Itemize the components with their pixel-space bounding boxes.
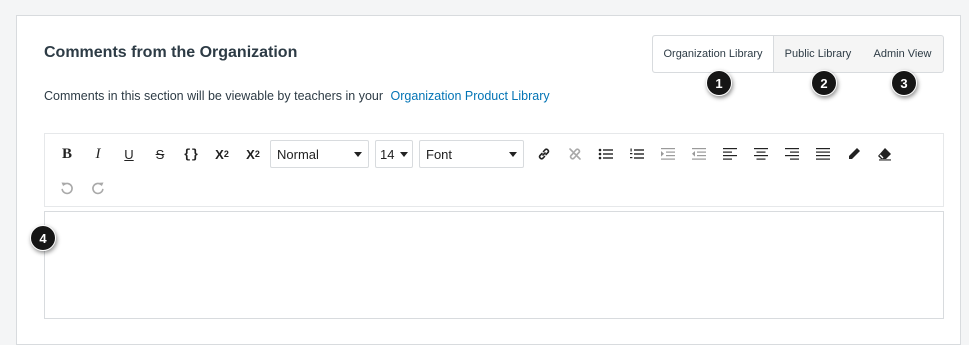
font-size-select-value: 14 (380, 146, 395, 162)
redo-icon (92, 182, 104, 195)
tab-admin-view[interactable]: Admin View (862, 36, 943, 72)
redo-button[interactable] (84, 174, 112, 202)
toolbar-row-history (53, 174, 115, 202)
eraser-icon (878, 148, 891, 161)
bulleted-list-icon (598, 148, 613, 160)
italic-button[interactable]: I (84, 140, 112, 168)
link-button[interactable] (530, 140, 558, 168)
tab-public-library[interactable]: Public Library (774, 36, 862, 72)
clear-formatting-button[interactable] (871, 140, 899, 168)
organization-product-library-link[interactable]: Organization Product Library (391, 89, 550, 103)
text-color-button[interactable] (840, 140, 868, 168)
superscript-base: X (215, 146, 224, 162)
callout-marker-4: 4 (30, 225, 56, 251)
strikethrough-button[interactable]: S (146, 140, 174, 168)
align-center-button[interactable] (747, 140, 775, 168)
format-select-value: Normal (277, 146, 319, 162)
subscript-mark: 2 (254, 149, 260, 159)
callout-marker-3: 3 (891, 70, 917, 96)
align-justify-button[interactable] (809, 140, 837, 168)
align-right-icon (785, 148, 799, 160)
callout-marker-1: 1 (706, 70, 732, 96)
comment-editor[interactable] (44, 211, 944, 319)
numbered-list-icon (630, 148, 644, 159)
undo-button[interactable] (53, 174, 81, 202)
numbered-list-button[interactable] (623, 140, 651, 168)
unlink-button[interactable] (561, 140, 589, 168)
pen-icon (849, 148, 860, 159)
font-family-select-value: Font (426, 146, 453, 162)
indent-icon (661, 148, 675, 160)
callout-marker-2: 2 (811, 70, 837, 96)
unlink-icon (569, 148, 581, 160)
align-justify-icon (816, 148, 830, 160)
undo-icon (61, 182, 73, 195)
toolbar-row-formatting: B I U S {} X2 X2 Normal 14 Font (53, 140, 902, 168)
outdent-icon (692, 148, 706, 160)
library-view-toggle: Organization Library Public Library Admi… (652, 35, 944, 73)
format-select[interactable]: Normal (270, 140, 369, 168)
code-block-button[interactable]: {} (177, 140, 205, 168)
superscript-button[interactable]: X2 (208, 140, 236, 168)
font-family-select[interactable]: Font (419, 140, 524, 168)
align-left-icon (723, 148, 737, 160)
align-center-icon (754, 148, 768, 160)
chevron-down-icon (509, 151, 517, 157)
align-right-button[interactable] (778, 140, 806, 168)
subscript-base: X (246, 146, 255, 162)
superscript-mark: 2 (223, 149, 229, 159)
font-size-select[interactable]: 14 (375, 140, 413, 168)
subscript-button[interactable]: X2 (239, 140, 267, 168)
underline-button[interactable]: U (115, 140, 143, 168)
chevron-down-icon (354, 151, 362, 157)
link-icon (538, 148, 550, 160)
section-title: Comments from the Organization (44, 44, 298, 61)
align-left-button[interactable] (716, 140, 744, 168)
bulleted-list-button[interactable] (592, 140, 620, 168)
rich-text-toolbar: B I U S {} X2 X2 Normal 14 Font (44, 133, 944, 207)
indent-button[interactable] (654, 140, 682, 168)
description-text: Comments in this section will be viewabl… (44, 89, 384, 103)
section-description: Comments in this section will be viewabl… (44, 89, 550, 103)
tab-organization-library[interactable]: Organization Library (653, 36, 774, 72)
chevron-down-icon (400, 151, 408, 157)
outdent-button[interactable] (685, 140, 713, 168)
bold-button[interactable]: B (53, 140, 81, 168)
